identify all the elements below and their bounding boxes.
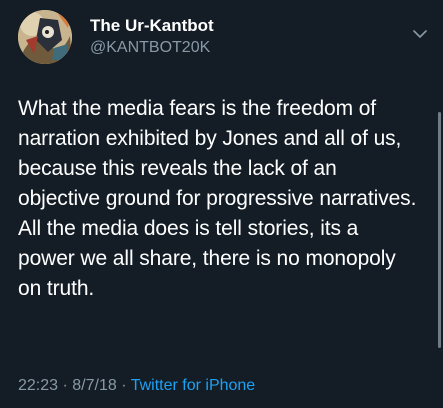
tweet-meta: 22:23 · 8/7/18 · Twitter for iPhone	[18, 376, 255, 396]
avatar-image	[18, 10, 72, 64]
tweet-source-link[interactable]: Twitter for iPhone	[131, 377, 256, 394]
avatar[interactable]	[18, 10, 72, 64]
user-names: The Ur-Kantbot @KANTBOT20K	[90, 16, 214, 59]
tweet-text: What the media fears is the freedom of n…	[18, 97, 417, 300]
tweet-date[interactable]: 8/7/18	[72, 377, 116, 394]
meta-separator: ·	[62, 377, 68, 394]
tweet-header: The Ur-Kantbot @KANTBOT20K	[18, 10, 431, 64]
display-name[interactable]: The Ur-Kantbot	[90, 16, 214, 36]
meta-separator: ·	[121, 377, 127, 394]
tweet: The Ur-Kantbot @KANTBOT20K What the medi…	[0, 0, 443, 408]
scrollbar[interactable]	[438, 112, 441, 348]
tweet-time[interactable]: 22:23	[18, 377, 58, 394]
chevron-down-icon[interactable]	[413, 26, 427, 38]
user-handle[interactable]: @KANTBOT20K	[90, 37, 214, 59]
